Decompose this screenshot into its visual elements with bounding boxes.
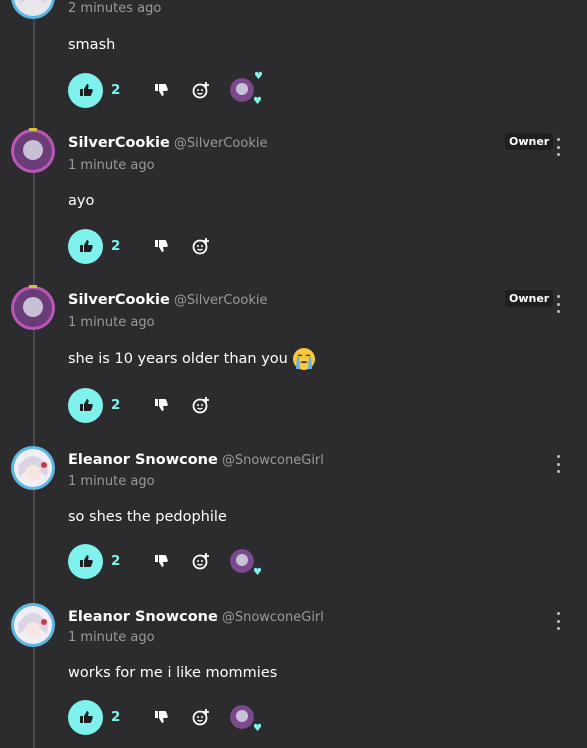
thumbs-up-icon	[79, 711, 93, 723]
like-count: 2	[111, 82, 121, 98]
like-count: 2	[111, 397, 121, 413]
like-button[interactable]	[68, 228, 103, 264]
reaction-avatar[interactable]: ♥	[227, 546, 262, 578]
avatar[interactable]	[10, 602, 56, 648]
like-count: 2	[111, 553, 121, 569]
comment-actions: 2 ♥ ♥	[68, 71, 263, 108]
comment-time: 1 minute ago	[68, 158, 155, 173]
comment-text-row: she is 10 years older than you	[68, 347, 316, 371]
loudly-crying-face-icon	[292, 347, 316, 371]
avatar[interactable]	[10, 0, 56, 20]
comment-actions: 2	[68, 387, 213, 423]
add-reaction-icon	[192, 238, 209, 255]
reaction-avatar[interactable]: ♥	[227, 702, 262, 734]
comment-actions: 2 ♥	[68, 699, 262, 735]
avatar[interactable]	[10, 445, 56, 491]
add-reaction-icon	[192, 397, 209, 414]
heart-icon: ♥	[253, 96, 262, 107]
like-button[interactable]	[68, 387, 103, 423]
username[interactable]: Eleanor Snowcone	[68, 452, 218, 468]
more-options-button[interactable]	[552, 612, 564, 630]
thumbs-down-icon	[155, 555, 168, 567]
thumbs-up-icon	[79, 84, 93, 96]
comment-text: works for me i like mommies	[68, 665, 278, 681]
dislike-button[interactable]	[149, 393, 173, 417]
thumbs-down-icon	[155, 399, 168, 411]
add-reaction-button[interactable]	[189, 705, 213, 729]
avatar[interactable]	[10, 285, 56, 331]
dislike-button[interactable]	[149, 549, 173, 573]
thumbs-up-icon	[79, 399, 93, 411]
thumbs-up-icon	[79, 240, 93, 252]
comment-text: she is 10 years older than you	[68, 351, 288, 367]
comment-time: 2 minutes ago	[68, 1, 162, 16]
username[interactable]: SilverCookie	[68, 135, 170, 151]
comment-time: 1 minute ago	[68, 630, 155, 645]
avatar[interactable]	[10, 128, 56, 174]
thumbs-down-icon	[155, 711, 168, 723]
thumbs-down-icon	[155, 240, 168, 252]
username[interactable]: Eleanor Snowcone	[68, 609, 218, 625]
dislike-button[interactable]	[149, 234, 173, 258]
comment-header: SilverCookie @SilverCookie	[68, 135, 267, 151]
comment-text: so shes the pedophile	[68, 509, 227, 525]
comment-actions: 2 ♥	[68, 543, 262, 579]
reaction-avatar[interactable]: ♥ ♥	[227, 71, 263, 107]
like-button[interactable]	[68, 699, 103, 735]
thumbs-down-icon	[155, 84, 168, 96]
more-options-button[interactable]	[552, 455, 564, 473]
add-reaction-button[interactable]	[189, 234, 213, 258]
username[interactable]: SilverCookie	[68, 292, 170, 308]
comment-header: Eleanor Snowcone @SnowconeGirl	[68, 609, 324, 625]
heart-icon: ♥	[253, 723, 262, 734]
like-button[interactable]	[68, 543, 103, 579]
like-count: 2	[111, 709, 121, 725]
add-reaction-icon	[192, 709, 209, 726]
owner-badge: Owner	[505, 133, 554, 150]
add-reaction-button[interactable]	[189, 78, 213, 102]
like-button[interactable]	[68, 72, 103, 108]
comment-header: SilverCookie @SilverCookie	[68, 292, 267, 308]
dislike-button[interactable]	[149, 705, 173, 729]
add-reaction-icon	[192, 82, 209, 99]
like-count: 2	[111, 238, 121, 254]
comment-header: Eleanor Snowcone @SnowconeGirl	[68, 452, 324, 468]
add-reaction-icon	[192, 553, 209, 570]
owner-badge: Owner	[505, 290, 554, 307]
comment-text: ayo	[68, 193, 95, 209]
comment-time: 1 minute ago	[68, 474, 155, 489]
user-handle[interactable]: @SnowconeGirl	[222, 610, 324, 625]
comment-time: 1 minute ago	[68, 315, 155, 330]
dislike-button[interactable]	[149, 78, 173, 102]
add-reaction-button[interactable]	[189, 393, 213, 417]
comment-text: smash	[68, 37, 116, 53]
add-reaction-button[interactable]	[189, 549, 213, 573]
more-options-button[interactable]	[552, 138, 564, 156]
comment-actions: 2	[68, 228, 213, 264]
user-handle[interactable]: @SilverCookie	[174, 293, 268, 308]
user-handle[interactable]: @SnowconeGirl	[222, 453, 324, 468]
user-handle[interactable]: @SilverCookie	[174, 136, 268, 151]
heart-icon: ♥	[253, 567, 262, 578]
thumbs-up-icon	[79, 555, 93, 567]
more-options-button[interactable]	[552, 295, 564, 313]
